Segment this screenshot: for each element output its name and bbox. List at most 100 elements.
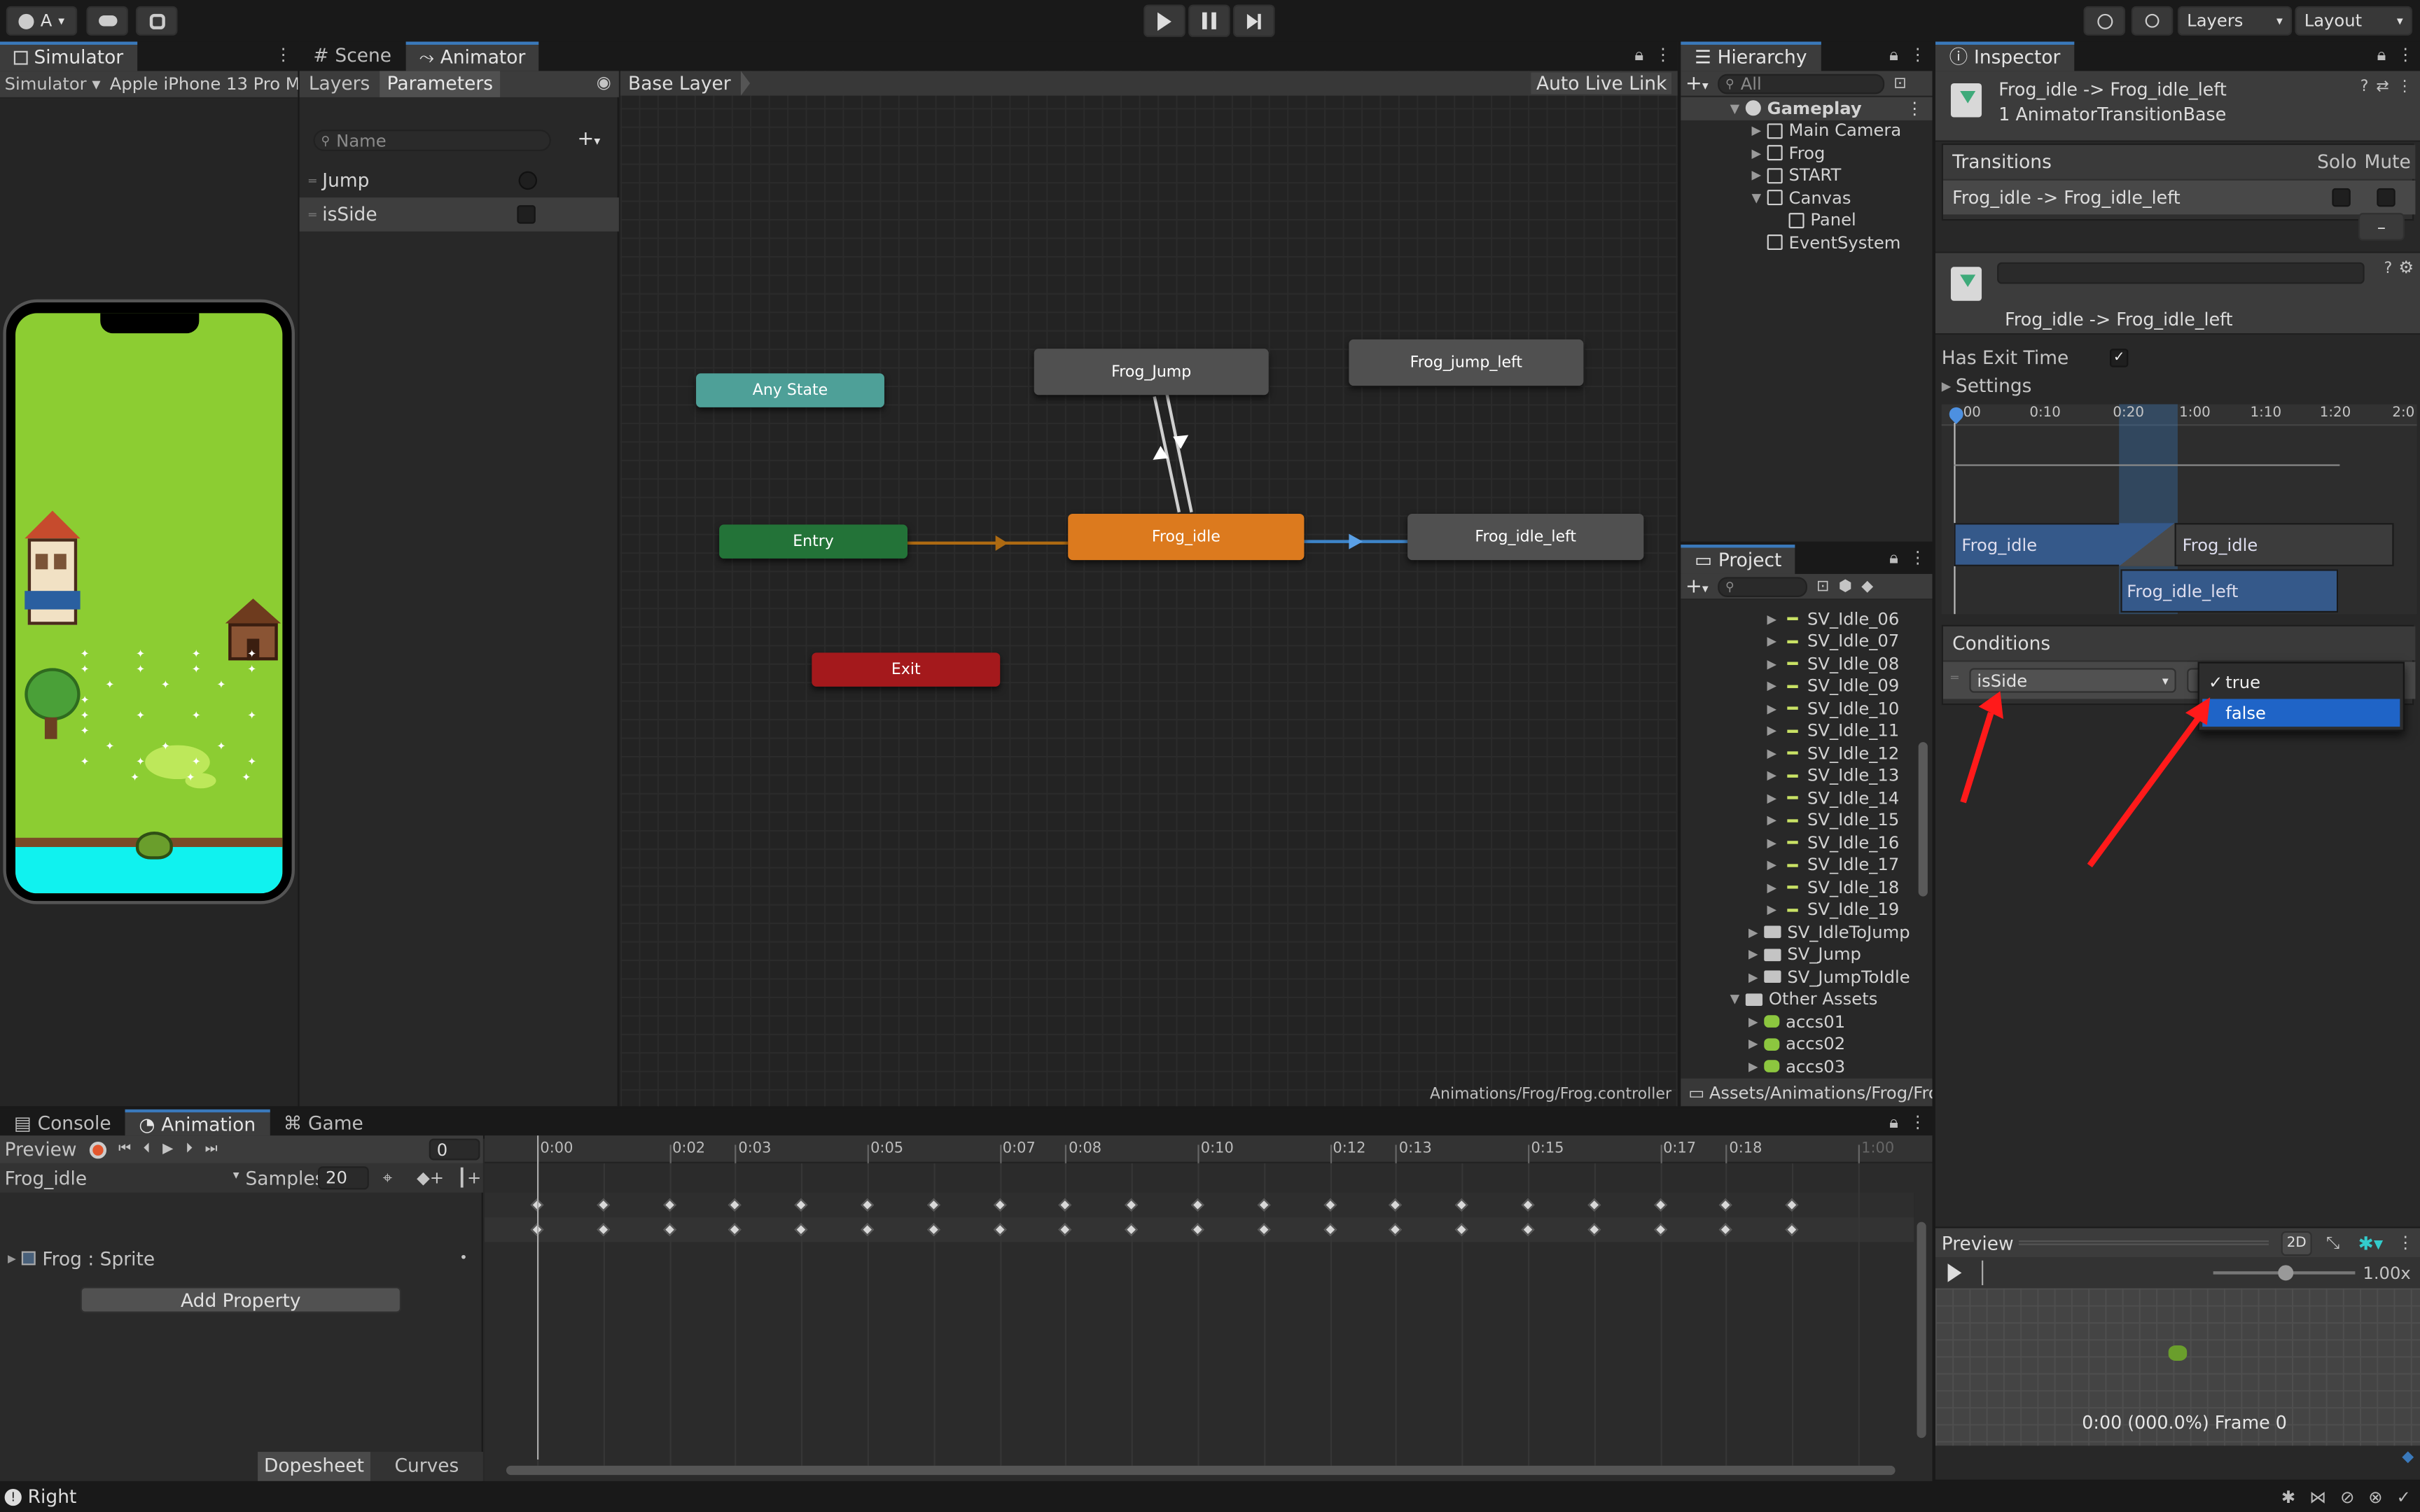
keyframe-diamond[interactable] <box>1521 1198 1535 1212</box>
project-item[interactable]: ▶ SV_Jump <box>1681 944 1915 966</box>
network-icon[interactable]: ⋈ <box>2309 1487 2326 1507</box>
keyframe-diamond[interactable] <box>596 1223 610 1237</box>
tab-hierarchy[interactable]: ☰ Hierarchy <box>1681 41 1821 71</box>
avatar-icon[interactable]: ✱▾ <box>2358 1232 2383 1254</box>
clip-bar-destination[interactable]: Frog_idle_left <box>2120 569 2339 613</box>
chevron-right-icon[interactable]: ▶ <box>1746 948 1761 962</box>
samples-input[interactable]: 20 <box>318 1166 369 1190</box>
dopesheet-playhead[interactable] <box>537 1135 539 1460</box>
debug-icon[interactable]: ⊘ <box>2340 1487 2354 1507</box>
keyframe-diamond[interactable] <box>1125 1223 1139 1237</box>
previous-frame-icon[interactable]: ⏴ <box>144 1142 151 1157</box>
tab-scene[interactable]: # Scene <box>300 42 405 71</box>
tab-simulator[interactable]: Simulator <box>0 41 137 71</box>
filter-icon[interactable]: ⬢ <box>1839 578 1852 594</box>
add-keyframe-icon[interactable]: ◆+ <box>417 1168 444 1188</box>
keyframe-diamond[interactable] <box>1059 1198 1073 1212</box>
play-button[interactable] <box>1143 4 1185 37</box>
keyframe-diamond[interactable] <box>1719 1223 1733 1237</box>
keyframe-diamond[interactable] <box>1653 1223 1667 1237</box>
hierarchy-item[interactable]: ▼ Gameplay ⋮ <box>1681 97 1933 120</box>
add-event-icon[interactable]: ┃+ <box>457 1168 481 1188</box>
chevron-right-icon[interactable]: ▶ <box>1764 903 1779 917</box>
project-search-input[interactable]: ⚲ <box>1717 576 1807 596</box>
project-item[interactable]: ▶ SV_Idle_14 <box>1681 787 1915 809</box>
keyframe-diamond[interactable] <box>1719 1198 1733 1212</box>
project-item[interactable]: ▶ SV_Idle_09 <box>1681 675 1915 697</box>
preview-2d-button[interactable]: 2D <box>2281 1231 2312 1256</box>
project-item[interactable]: ▶ SV_Idle_08 <box>1681 652 1915 675</box>
chevron-right-icon[interactable]: ▶ <box>1746 1015 1761 1029</box>
project-item[interactable]: ▶ SV_Idle_15 <box>1681 809 1915 832</box>
keyframe-diamond[interactable] <box>926 1223 940 1237</box>
dopesheet[interactable]: 0:00 0:02 0:03 0:05 0:07 0:08 0:10 0:12 0:13 0:15… <box>485 1135 1933 1481</box>
game-screen[interactable]: ✦ ✦ ✦ ✦ ✦ ✦ ✦ ✦ ✦ ✦ ✦ ✦ ✦ ✦ ✦ ✦ ✦ ✦ ✦ ✦ ✦ ✦… <box>15 313 283 894</box>
tab-layers[interactable]: Layers <box>300 71 380 97</box>
keyframe-diamond[interactable] <box>861 1223 875 1237</box>
state-exit[interactable]: Exit <box>812 652 1001 687</box>
hierarchy-item[interactable]: ▶ Frog <box>1681 142 1932 164</box>
state-entry[interactable]: Entry <box>719 524 908 559</box>
project-item[interactable]: ▶ SV_Idle_13 <box>1681 764 1915 787</box>
project-item[interactable]: ▶ SV_Idle_06 <box>1681 608 1915 630</box>
chevron-down-icon[interactable]: ▼ <box>1748 191 1764 205</box>
transition-timeline[interactable]: :00 0:10 0:20 1:00 1:10 1:20 2:0 Frog_id… <box>1941 404 2417 615</box>
chevron-right-icon[interactable]: ▶ <box>1746 970 1761 984</box>
keyframe-diamond[interactable] <box>728 1223 742 1237</box>
speed-slider-thumb[interactable] <box>2278 1265 2294 1281</box>
chevron-right-icon[interactable]: ▶ <box>1764 836 1779 850</box>
property-row[interactable]: ▶ Frog : Sprite • <box>0 1243 483 1273</box>
add-button[interactable]: +▾ <box>1685 71 1709 94</box>
search-button[interactable] <box>2131 6 2174 36</box>
dropdown-option-true[interactable]: ✓ true <box>2202 670 2400 696</box>
tab-game[interactable]: ⌘ Game <box>270 1110 377 1139</box>
add-parameter-button[interactable]: +▾ <box>577 128 600 151</box>
tab-curves[interactable]: Curves <box>370 1452 483 1481</box>
state-frog-jump-left[interactable]: Frog_jump_left <box>1349 339 1584 386</box>
lock-icon[interactable]: 🔒︎ <box>1634 45 1643 66</box>
chevron-right-icon[interactable]: ▶ <box>1764 858 1779 872</box>
keyframe-diamond[interactable] <box>1786 1198 1799 1212</box>
keyframe-diamond[interactable] <box>1587 1198 1601 1212</box>
chevron-right-icon[interactable]: ▶ <box>1748 169 1764 183</box>
transition-row[interactable]: Frog_idle -> Frog_idle_left <box>1942 180 2416 215</box>
keyframe-diamond[interactable] <box>794 1223 808 1237</box>
state-frog-jump[interactable]: Frog_Jump <box>1034 349 1269 396</box>
auto-refresh-icon[interactable]: ⊗ <box>2368 1487 2382 1507</box>
chevron-right-icon[interactable]: ▶ <box>1764 746 1779 760</box>
preset-icon[interactable]: ⇄ <box>2376 78 2388 95</box>
keyframe-diamond[interactable] <box>1786 1223 1799 1237</box>
keyframe-diamond[interactable] <box>1521 1223 1535 1237</box>
chevron-right-icon[interactable]: ▶ <box>1748 124 1764 138</box>
keyframe-diamond[interactable] <box>1389 1223 1403 1237</box>
add-property-button[interactable]: Add Property <box>80 1287 402 1313</box>
tag-icon[interactable]: ◆ <box>2402 1449 2414 1466</box>
keyframe-diamond[interactable] <box>596 1198 610 1212</box>
chevron-right-icon[interactable]: ▶ <box>1764 612 1779 626</box>
collab-button[interactable] <box>135 6 178 36</box>
chevron-right-icon[interactable]: ▶ <box>1764 813 1779 827</box>
property-menu-icon[interactable]: • <box>459 1250 468 1266</box>
keyframe-icon[interactable]: ⌖ <box>383 1167 393 1189</box>
layers-dropdown[interactable]: Layers ▾ <box>2177 6 2293 36</box>
bug-icon[interactable]: ✱ <box>2281 1487 2295 1507</box>
pause-button[interactable] <box>1188 4 1230 37</box>
state-frog-idle-left[interactable]: Frog_idle_left <box>1407 513 1644 561</box>
panel-menu[interactable]: 🔒︎ ⋮ <box>1889 1112 1926 1134</box>
chevron-right-icon[interactable]: ▶ <box>1764 701 1779 715</box>
tab-animation[interactable]: ◔ Animation <box>125 1109 270 1139</box>
keyframe-diamond[interactable] <box>1323 1223 1337 1237</box>
chevron-right-icon[interactable]: ▶ <box>1748 146 1764 160</box>
chevron-right-icon[interactable]: ▶ <box>1764 791 1779 805</box>
chevron-right-icon[interactable]: ▶ <box>1746 1060 1761 1074</box>
project-item[interactable]: ▼ Other Assets <box>1681 988 1915 1011</box>
panel-menu[interactable]: ⋮ <box>274 45 291 65</box>
next-frame-icon[interactable]: ⏵ <box>186 1142 193 1157</box>
drag-handle-icon[interactable]: ═ <box>309 174 317 188</box>
condition-parameter-dropdown[interactable]: isSide ▾ <box>1969 668 2176 693</box>
cloud-button[interactable] <box>86 6 128 36</box>
settings-foldout[interactable]: ▶ Settings <box>1942 375 2032 397</box>
project-item[interactable]: ▶ SV_IdleToJump <box>1681 921 1915 944</box>
bool-checkbox[interactable] <box>517 205 536 224</box>
dopesheet-vscroll[interactable] <box>1917 1222 1926 1438</box>
